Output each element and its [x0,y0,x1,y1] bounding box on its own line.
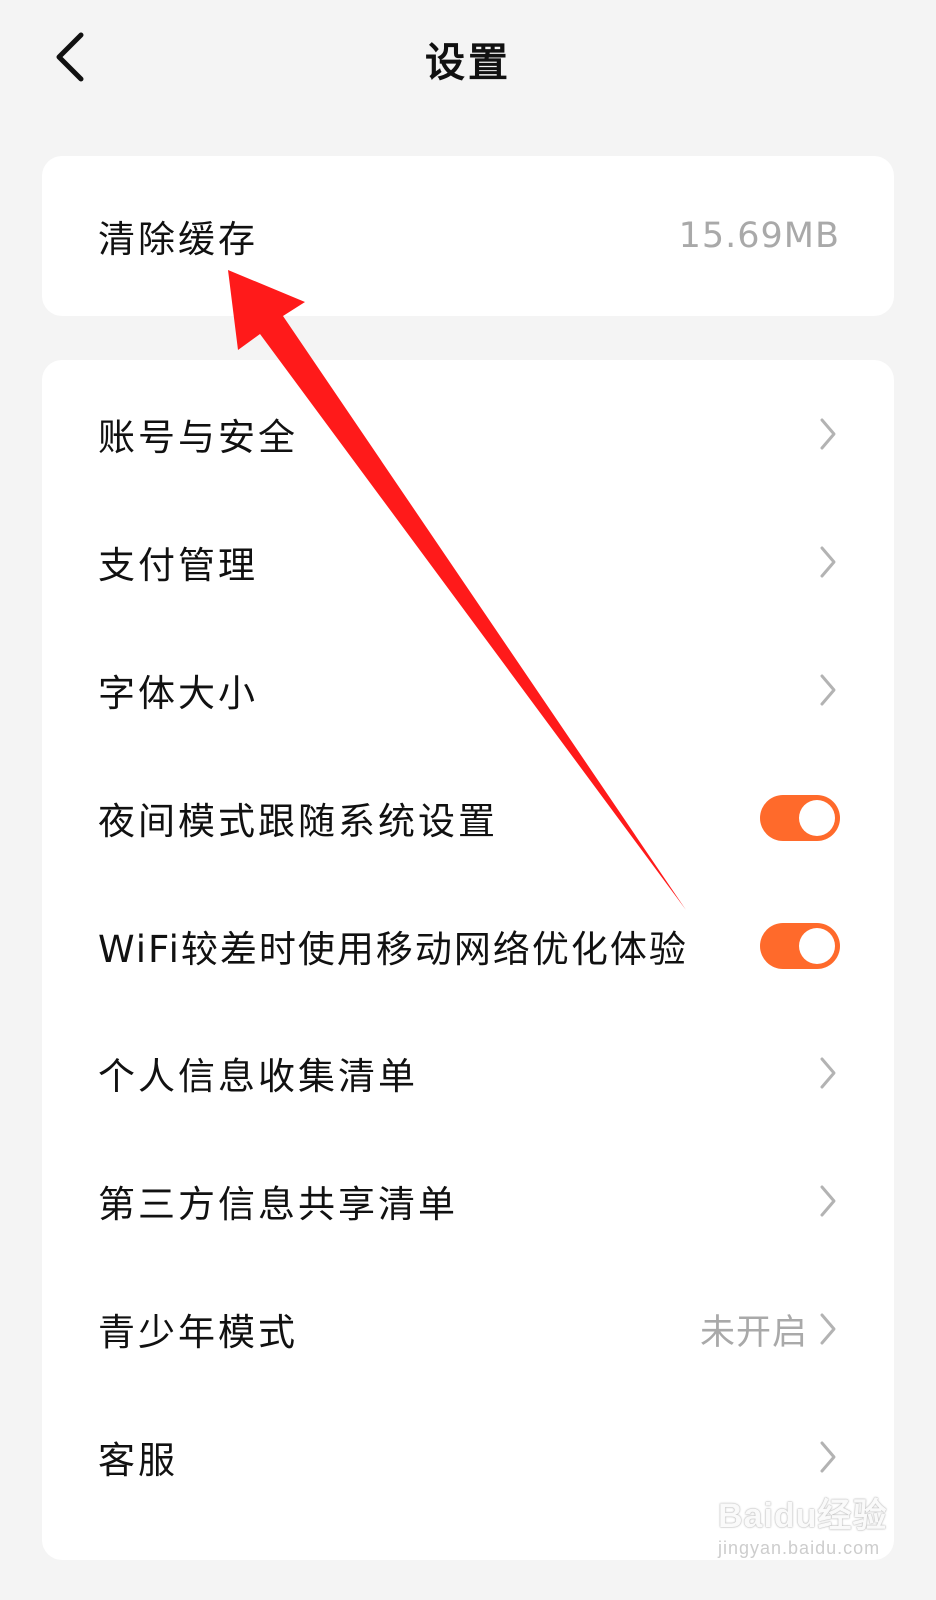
chevron-right-icon [816,1181,840,1221]
third-party-row[interactable]: 第三方信息共享清单 [42,1136,894,1266]
teen-mode-status: 未开启 [699,1312,808,1353]
wifi-optimize-row: WiFi较差时使用移动网络优化体验 [42,881,894,1011]
row-label: 夜间模式跟随系统设置 [98,800,498,843]
toggle-knob [799,928,835,964]
wifi-optimize-toggle[interactable] [760,923,840,969]
row-label: 客服 [98,1439,178,1482]
personal-info-row[interactable]: 个人信息收集清单 [42,1008,894,1138]
chevron-right-icon [816,1309,840,1349]
watermark: Baidu经验 jingyan.baidu.com [718,1480,918,1580]
chevron-right-icon [816,1053,840,1093]
cache-size-value: 15.69MB [678,216,840,256]
toggle-knob [799,800,835,836]
chevron-right-icon [816,542,840,582]
watermark-url: jingyan.baidu.com [718,1538,881,1558]
chevron-right-icon [816,1437,840,1477]
page-title: 设置 [425,40,511,86]
settings-card: 账号与安全 支付管理 字体大小 夜间模式跟随系统设置 WiFi较差时使用移动网络… [42,360,894,1560]
row-label: 支付管理 [98,544,258,587]
night-mode-toggle[interactable] [760,795,840,841]
chevron-right-icon [816,670,840,710]
row-label: 账号与安全 [98,416,298,459]
cache-card: 清除缓存 15.69MB [42,156,894,316]
clear-cache-row[interactable]: 清除缓存 15.69MB [42,156,894,316]
watermark-logo: Baidu经验 [718,1497,888,1535]
row-label: 个人信息收集清单 [98,1055,418,1098]
row-label: 第三方信息共享清单 [98,1183,458,1226]
row-label: 字体大小 [98,672,258,715]
row-label: 青少年模式 [98,1311,298,1354]
teen-mode-row[interactable]: 青少年模式 未开启 [42,1264,894,1394]
font-size-row[interactable]: 字体大小 [42,625,894,755]
chevron-right-icon [816,414,840,454]
night-mode-row: 夜间模式跟随系统设置 [42,753,894,883]
row-label: WiFi较差时使用移动网络优化体验 [98,928,688,971]
clear-cache-label: 清除缓存 [98,218,258,261]
account-security-row[interactable]: 账号与安全 [42,369,894,499]
payment-row[interactable]: 支付管理 [42,497,894,627]
top-bar: 设置 [0,0,936,120]
